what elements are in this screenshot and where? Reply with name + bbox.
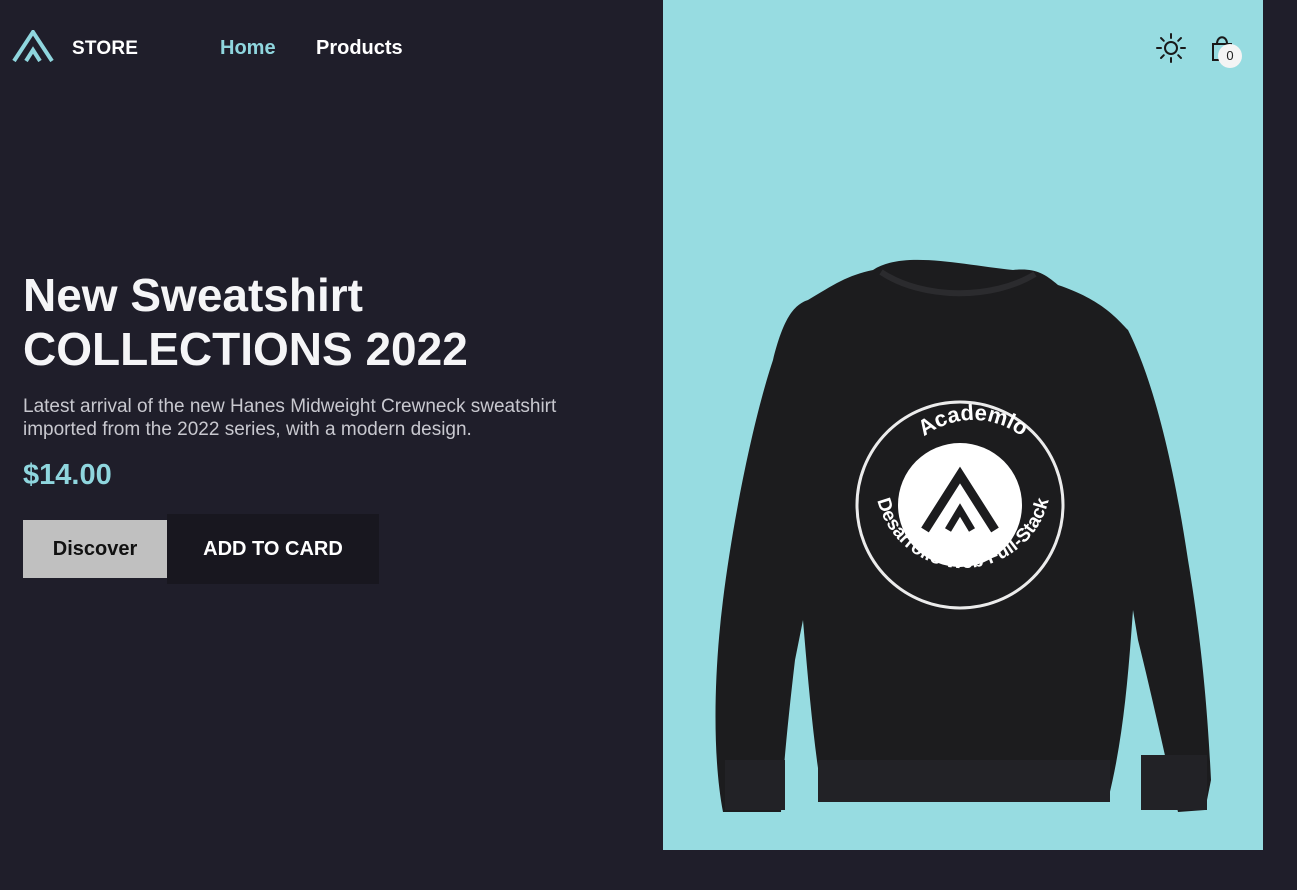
discover-button[interactable]: Discover — [23, 520, 167, 578]
cart-button[interactable]: 0 — [1205, 30, 1245, 70]
hero-title-line-1: New Sweatshirt — [23, 269, 363, 321]
nav-home-link[interactable]: Home — [220, 37, 276, 60]
add-to-cart-button[interactable]: ADD TO CARD — [167, 514, 379, 584]
brand-name: STORE — [72, 38, 139, 59]
sweatshirt-image: Academlo Desarrollo Web Full-Stack — [715, 259, 1211, 812]
product-price: $14.00 — [23, 459, 112, 491]
landing-page: STORE Home Products New Sweatshirt COLLE… — [0, 0, 1297, 890]
academlo-logo-icon[interactable] — [12, 30, 54, 62]
cart-count-badge: 0 — [1218, 44, 1242, 68]
hero-title-line-2: COLLECTIONS 2022 — [23, 323, 468, 375]
hero-title: New Sweatshirt COLLECTIONS 2022 — [23, 268, 623, 376]
sun-icon[interactable] — [1155, 32, 1187, 64]
nav-products-link[interactable]: Products — [316, 37, 403, 60]
product-image-panel: Academlo Desarrollo Web Full-Stack — [663, 0, 1263, 850]
hero-description: Latest arrival of the new Hanes Midweigh… — [23, 396, 557, 440]
